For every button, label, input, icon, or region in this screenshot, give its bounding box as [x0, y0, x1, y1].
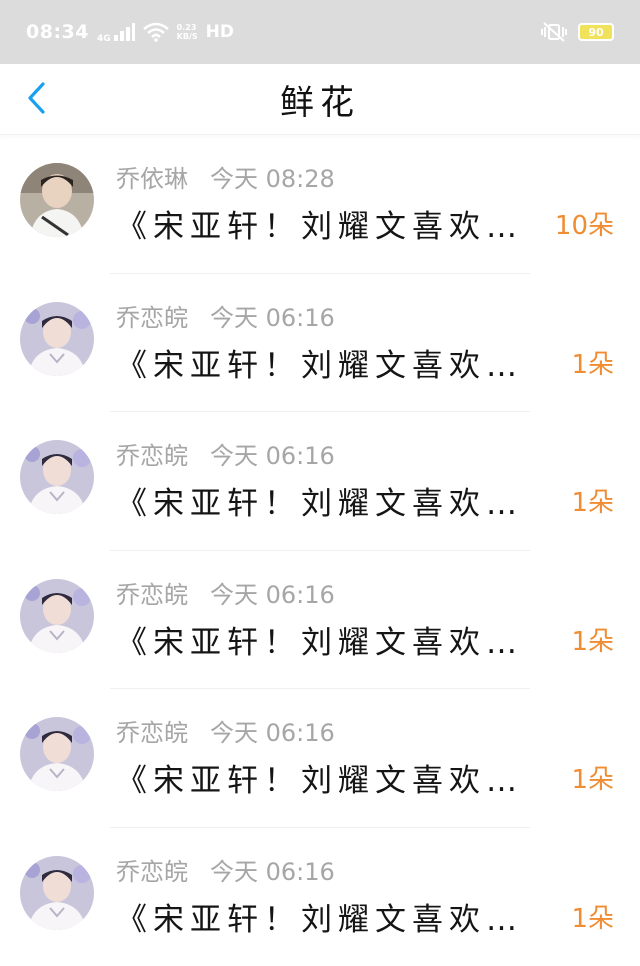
hd-label: HD — [206, 22, 234, 42]
message-preview: 《宋亚轩！刘耀文喜欢… — [116, 755, 523, 800]
list-item[interactable]: 乔恋皖 今天 06:16 《宋亚轩！刘耀文喜欢… 1朵 — [0, 828, 640, 966]
battery-icon: 90 — [578, 23, 614, 41]
back-button[interactable] — [18, 80, 54, 116]
battery-level: 90 — [588, 26, 603, 39]
flower-count: 1朵 — [571, 482, 614, 519]
sender-name: 乔恋皖 — [116, 575, 188, 610]
speed-unit: KB/S — [177, 32, 198, 41]
avatar[interactable] — [20, 302, 94, 376]
chevron-left-icon — [25, 81, 47, 115]
flower-list: 乔依琳 今天 08:28 《宋亚轩！刘耀文喜欢… 10朵 乔恋皖 今天 06:1… — [0, 135, 640, 966]
flower-count: 10朵 — [555, 205, 614, 242]
message-preview: 《宋亚轩！刘耀文喜欢… — [116, 201, 523, 246]
list-item[interactable]: 乔依琳 今天 08:28 《宋亚轩！刘耀文喜欢… 10朵 — [0, 135, 640, 274]
timestamp: 今天 06:16 — [210, 436, 335, 471]
timestamp: 今天 08:28 — [210, 159, 335, 194]
status-left: 08:34 4G 0.23 KB/S HD — [26, 20, 234, 44]
avatar[interactable] — [20, 717, 94, 791]
message-preview: 《宋亚轩！刘耀文喜欢… — [116, 894, 523, 939]
message-preview: 《宋亚轩！刘耀文喜欢… — [116, 478, 523, 523]
flower-count: 1朵 — [571, 759, 614, 796]
sender-line: 乔恋皖 今天 06:16 — [116, 298, 335, 333]
sender-line: 乔依琳 今天 08:28 — [116, 159, 335, 194]
sender-line: 乔恋皖 今天 06:16 — [116, 852, 335, 887]
list-item[interactable]: 乔恋皖 今天 06:16 《宋亚轩！刘耀文喜欢… 1朵 — [0, 274, 640, 413]
sender-name: 乔恋皖 — [116, 852, 188, 887]
flower-count: 1朵 — [571, 621, 614, 658]
nav-bar: 鲜花 — [0, 64, 640, 135]
sender-name: 乔恋皖 — [116, 298, 188, 333]
vibrate-mute-icon — [540, 22, 568, 42]
page-title: 鲜花 — [280, 75, 360, 124]
speed-value: 0.23 — [177, 23, 198, 32]
network-speed: 0.23 KB/S — [177, 23, 198, 41]
flower-count: 1朵 — [571, 898, 614, 935]
status-right: 90 — [540, 22, 614, 42]
timestamp: 今天 06:16 — [210, 575, 335, 610]
list-item[interactable]: 乔恋皖 今天 06:16 《宋亚轩！刘耀文喜欢… 1朵 — [0, 689, 640, 828]
avatar[interactable] — [20, 579, 94, 653]
status-time: 08:34 — [26, 21, 89, 43]
sender-line: 乔恋皖 今天 06:16 — [116, 436, 335, 471]
timestamp: 今天 06:16 — [210, 852, 335, 887]
message-preview: 《宋亚轩！刘耀文喜欢… — [116, 617, 523, 662]
avatar[interactable] — [20, 440, 94, 514]
wifi-icon — [143, 22, 169, 42]
timestamp: 今天 06:16 — [210, 713, 335, 748]
avatar[interactable] — [20, 856, 94, 930]
avatar[interactable] — [20, 163, 94, 237]
list-item[interactable]: 乔恋皖 今天 06:16 《宋亚轩！刘耀文喜欢… 1朵 — [0, 551, 640, 690]
sender-name: 乔恋皖 — [116, 436, 188, 471]
message-preview: 《宋亚轩！刘耀文喜欢… — [116, 340, 523, 385]
list-item[interactable]: 乔恋皖 今天 06:16 《宋亚轩！刘耀文喜欢… 1朵 — [0, 412, 640, 551]
timestamp: 今天 06:16 — [210, 298, 335, 333]
sender-name: 乔恋皖 — [116, 713, 188, 748]
signal-icon — [113, 23, 135, 41]
sender-name: 乔依琳 — [116, 159, 188, 194]
sender-line: 乔恋皖 今天 06:16 — [116, 575, 335, 610]
sender-line: 乔恋皖 今天 06:16 — [116, 713, 335, 748]
network-label: 4G — [97, 34, 111, 44]
status-bar: 08:34 4G 0.23 KB/S HD 90 — [0, 0, 640, 64]
flower-count: 1朵 — [571, 344, 614, 381]
